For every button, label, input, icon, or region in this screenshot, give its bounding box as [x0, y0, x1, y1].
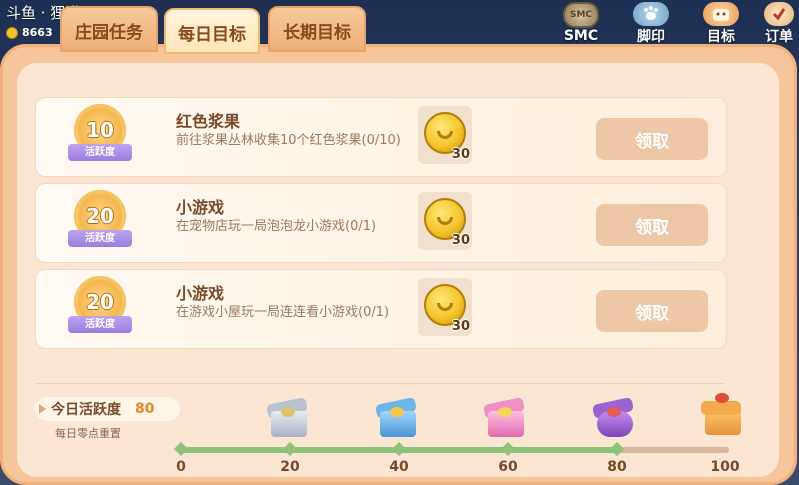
activity-points-badge: 10 活跃度: [68, 102, 132, 164]
smc-label: SMC: [563, 28, 599, 44]
reward-amount: 30: [451, 147, 470, 162]
activity-progress-track: [181, 447, 729, 453]
chest-lid: [701, 401, 741, 415]
badge-ribbon: 活跃度: [68, 316, 132, 333]
activity-points-badge: 20 活跃度: [68, 188, 132, 250]
chest-bow: [390, 407, 404, 417]
badge-ribbon: 活跃度: [68, 230, 132, 247]
milestone-label: 80: [607, 459, 627, 475]
target-icon: [703, 2, 739, 26]
arrow-icon: [39, 404, 46, 414]
milestone-label: 100: [710, 459, 740, 475]
smc-badge-icon: SMC: [563, 2, 599, 28]
claim-button[interactable]: 领取: [596, 290, 708, 332]
chest-bow: [498, 407, 512, 417]
badge-ribbon: 活跃度: [68, 144, 132, 161]
milestone-label: 0: [176, 459, 186, 475]
task-description: 在宠物店玩一局泡泡龙小游戏(0/1): [176, 219, 377, 234]
activity-value: 80: [135, 401, 155, 417]
section-divider: [35, 383, 725, 384]
gift-chest-100[interactable]: [701, 393, 745, 437]
task-title: 红色浆果: [176, 112, 241, 131]
claim-button[interactable]: 领取: [596, 118, 708, 160]
smc-button[interactable]: SMC SMC: [549, 0, 613, 46]
activity-title: 今日活跃度: [51, 402, 121, 418]
tab-manor-tasks[interactable]: 庄园任务: [60, 6, 158, 52]
gift-chest-60[interactable]: [482, 396, 528, 441]
footprint-button[interactable]: 脚印: [619, 0, 683, 46]
gift-chest-80[interactable]: [591, 396, 637, 441]
milestone-label: 60: [498, 459, 518, 475]
panel-content: 10 活跃度 红色浆果 前往浆果丛林收集10个红色浆果(0/10) 30 领取 …: [17, 63, 779, 477]
daily-goals-panel: 10 活跃度 红色浆果 前往浆果丛林收集10个红色浆果(0/10) 30 领取 …: [0, 44, 797, 485]
milestone-marker: [173, 441, 189, 457]
reward-slot: 30: [418, 192, 472, 250]
coin-icon: [6, 26, 18, 39]
gift-chest-20[interactable]: [265, 396, 311, 441]
reward-slot: 30: [418, 106, 472, 164]
task-row: 20 活跃度 小游戏 在宠物店玩一局泡泡龙小游戏(0/1) 30 领取: [35, 183, 727, 263]
smc-badge-text: SMC: [569, 10, 593, 20]
milestone-label: 20: [280, 459, 300, 475]
task-row: 20 活跃度 小游戏 在游戏小屋玩一局连连看小游戏(0/1) 30 领取: [35, 269, 727, 349]
order-label: 订单: [765, 29, 793, 45]
reward-slot: 30: [418, 278, 472, 336]
badge-points: 20: [86, 204, 114, 228]
task-row: 10 活跃度 红色浆果 前往浆果丛林收集10个红色浆果(0/10) 30 领取: [35, 97, 727, 177]
badge-points: 10: [86, 118, 114, 142]
task-description: 前往浆果丛林收集10个红色浆果(0/10): [176, 133, 401, 148]
target-button[interactable]: 目标: [689, 0, 753, 46]
milestone-marker: [500, 441, 516, 457]
gift-chest-40[interactable]: [374, 396, 420, 441]
reward-amount: 30: [451, 319, 470, 334]
order-button[interactable]: 订单: [759, 0, 799, 46]
coin-counter: 8663: [6, 26, 53, 39]
activity-label: 今日活跃度 80: [35, 397, 180, 421]
reward-amount: 30: [451, 233, 470, 248]
chest-bow: [607, 407, 621, 417]
activity-points-badge: 20 活跃度: [68, 274, 132, 336]
chest-bow: [281, 407, 295, 417]
task-title: 小游戏: [176, 198, 225, 217]
milestone-marker: [391, 441, 407, 457]
footprint-label: 脚印: [637, 29, 665, 45]
badge-points: 20: [86, 290, 114, 314]
tab-long-term-goals[interactable]: 长期目标: [268, 6, 366, 52]
hud-toolbar: SMC SMC 脚印 目标 订单: [549, 0, 799, 46]
tab-daily-goals[interactable]: 每日目标: [164, 8, 260, 54]
footprint-icon: [633, 2, 669, 26]
milestone-marker: [609, 441, 625, 457]
task-description: 在游戏小屋玩一局连连看小游戏(0/1): [176, 305, 390, 320]
order-icon: [764, 2, 794, 26]
task-title: 小游戏: [176, 284, 225, 303]
coin-amount: 8663: [22, 26, 53, 39]
chest-bow: [715, 393, 729, 403]
claim-button[interactable]: 领取: [596, 204, 708, 246]
milestone-label: 40: [389, 459, 409, 475]
milestone-marker: [282, 441, 298, 457]
target-label: 目标: [707, 29, 735, 45]
reset-note: 每日零点重置: [55, 427, 121, 440]
